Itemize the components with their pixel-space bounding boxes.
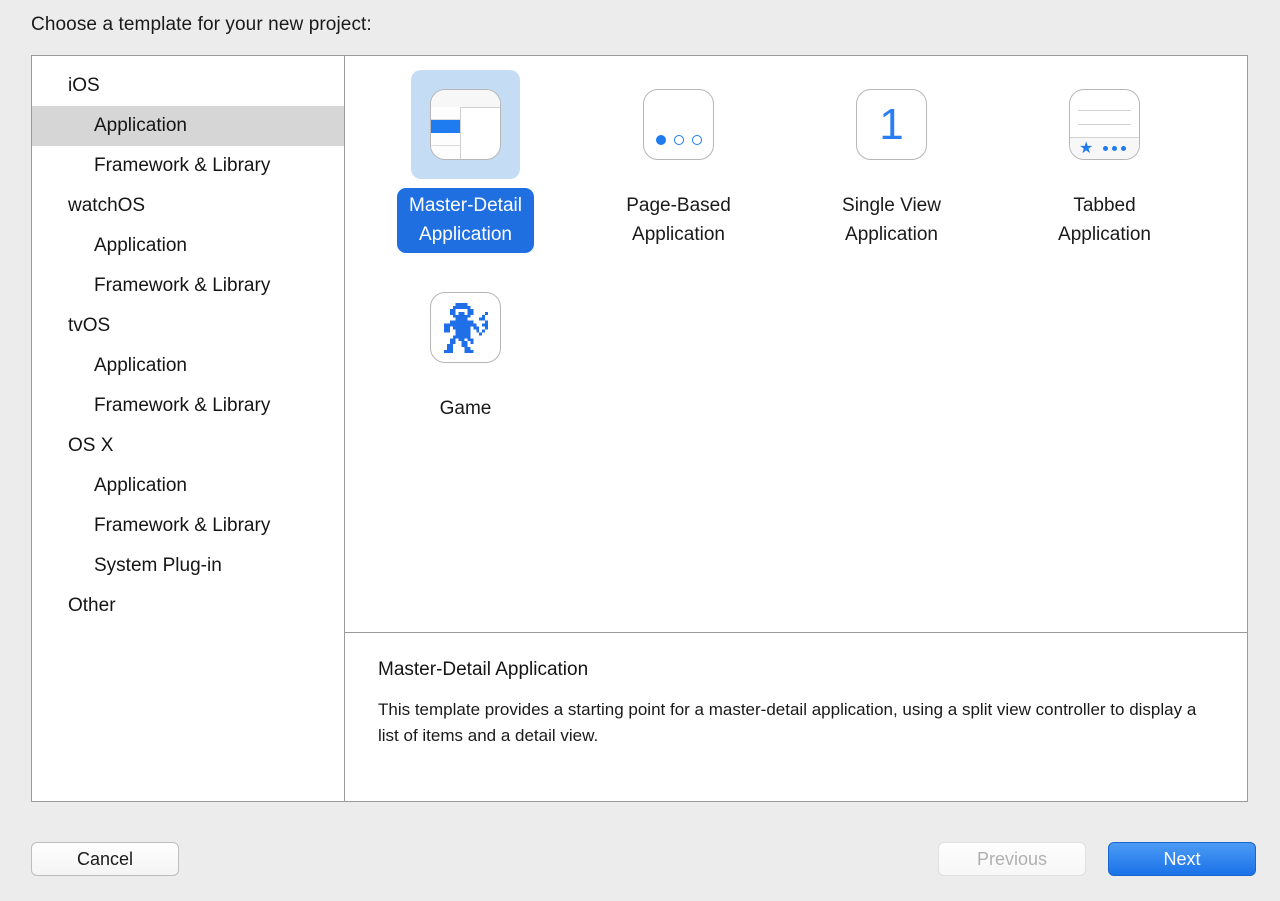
sidebar-item-application[interactable]: Application — [32, 106, 344, 146]
template-tile-single-view[interactable]: 1 Single View Application — [785, 68, 998, 253]
template-label-line1: Master-Detail — [409, 195, 522, 216]
template-label-line2: Application — [419, 224, 512, 245]
sidebar-item-tvos[interactable]: tvOS — [32, 306, 344, 346]
sidebar-item-framework-library[interactable]: Framework & Library — [32, 146, 344, 186]
page-based-icon — [643, 89, 714, 160]
master-detail-icon — [430, 89, 501, 160]
template-label-line1: Single View — [842, 195, 941, 216]
template-pane: Master-Detail Application Page-Based Applic… — [345, 56, 1247, 801]
sidebar-item-other[interactable]: Other — [32, 586, 344, 626]
template-icon-wrap — [411, 70, 520, 179]
single-view-icon: 1 — [856, 89, 927, 160]
template-description: Master-Detail Application This template … — [345, 633, 1247, 801]
cancel-button[interactable]: Cancel — [31, 842, 179, 876]
template-label-line1: Game — [439, 398, 492, 419]
sidebar-item-watchos[interactable]: watchOS — [32, 186, 344, 226]
template-tile-tabbed[interactable]: ★ Tabbed Application — [998, 68, 1211, 253]
sidebar-item-framework-library[interactable]: Framework & Library — [32, 386, 344, 426]
template-label-line2: Application — [845, 224, 938, 245]
template-label-line2: Application — [1058, 224, 1151, 245]
single-view-glyph: 1 — [879, 99, 904, 149]
template-tile-game[interactable]: Game — [359, 271, 572, 427]
sidebar-item-framework-library[interactable]: Framework & Library — [32, 266, 344, 306]
template-label: Page-Based Application — [614, 188, 743, 253]
template-label-line1: Page-Based — [626, 195, 731, 216]
template-icon-wrap: ★ — [1050, 70, 1159, 179]
template-label-line1: Tabbed — [1073, 195, 1136, 216]
sidebar-item-application[interactable]: Application — [32, 466, 344, 506]
template-label: Tabbed Application — [1046, 188, 1163, 253]
sidebar-item-ios[interactable]: iOS — [32, 66, 344, 106]
next-button[interactable]: Next — [1108, 842, 1256, 876]
platform-sidebar[interactable]: iOS Application Framework & Library watchOS… — [32, 56, 345, 801]
template-chooser-panel: iOS Application Framework & Library watchOS… — [31, 55, 1248, 802]
sidebar-item-framework-library[interactable]: Framework & Library — [32, 506, 344, 546]
sidebar-item-application[interactable]: Application — [32, 226, 344, 266]
template-label: Game — [428, 391, 504, 427]
tabbed-icon: ★ — [1069, 89, 1140, 160]
template-grid[interactable]: Master-Detail Application Page-Based Applic… — [345, 56, 1247, 633]
template-tile-master-detail[interactable]: Master-Detail Application — [359, 68, 572, 253]
game-robot-icon — [430, 292, 501, 363]
template-icon-wrap — [411, 273, 520, 382]
sidebar-item-application[interactable]: Application — [32, 346, 344, 386]
description-body: This template provides a starting point … — [378, 700, 1197, 745]
template-icon-wrap — [624, 70, 733, 179]
template-label: Master-Detail Application — [397, 188, 534, 253]
description-title: Master-Detail Application — [378, 659, 589, 680]
previous-button[interactable]: Previous — [938, 842, 1086, 876]
sidebar-item-os-x[interactable]: OS X — [32, 426, 344, 466]
template-label-line2: Application — [632, 224, 725, 245]
sidebar-item-system-plug-in[interactable]: System Plug-in — [32, 546, 344, 586]
page-title: Choose a template for your new project: — [31, 14, 372, 35]
template-label: Single View Application — [830, 188, 953, 253]
template-tile-page-based[interactable]: Page-Based Application — [572, 68, 785, 253]
template-icon-wrap: 1 — [837, 70, 946, 179]
